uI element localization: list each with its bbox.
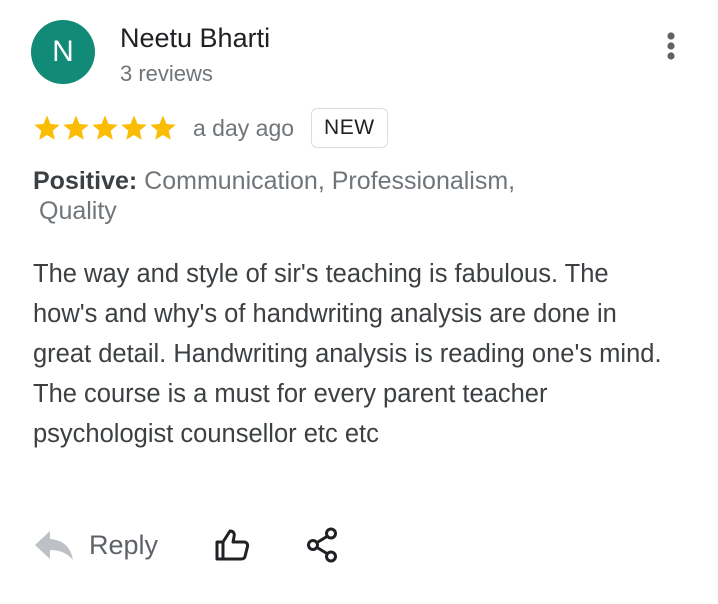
avatar-letter: N <box>52 35 74 68</box>
star-rating <box>33 114 177 142</box>
highlights-values: Communication, Professionalism, <box>144 167 516 195</box>
share-button[interactable] <box>306 527 338 563</box>
highlights-values-continued: Quality <box>39 197 117 225</box>
review-time: a day ago <box>193 114 295 141</box>
review-actions: Reply <box>33 520 338 570</box>
reply-label: Reply <box>89 529 159 560</box>
more-options-button[interactable] <box>656 26 686 70</box>
reviewer-name[interactable]: Neetu Bharti <box>120 20 270 56</box>
star-icon <box>150 115 176 140</box>
review-highlights: Positive: Communication, Professionalism… <box>33 166 593 226</box>
star-icon <box>34 115 60 140</box>
rating-row: a day ago NEW <box>33 108 388 148</box>
review-text: The way and style of sir's teaching is f… <box>33 260 662 448</box>
thumbs-up-icon <box>215 529 250 561</box>
avatar[interactable]: N <box>31 20 95 84</box>
reply-arrow-icon <box>35 531 73 560</box>
highlights-label: Positive: <box>33 167 138 195</box>
star-icon <box>63 115 89 140</box>
like-button[interactable] <box>214 528 250 562</box>
review-card: N Neetu Bharti 3 reviews a day ago NEW P… <box>0 0 718 604</box>
star-icon <box>92 115 118 140</box>
review-count[interactable]: 3 reviews <box>120 60 213 88</box>
share-icon <box>307 527 338 563</box>
reply-button[interactable]: Reply <box>33 528 158 562</box>
new-badge: NEW <box>311 108 388 148</box>
star-icon <box>121 115 147 140</box>
more-vert-icon <box>667 32 675 60</box>
